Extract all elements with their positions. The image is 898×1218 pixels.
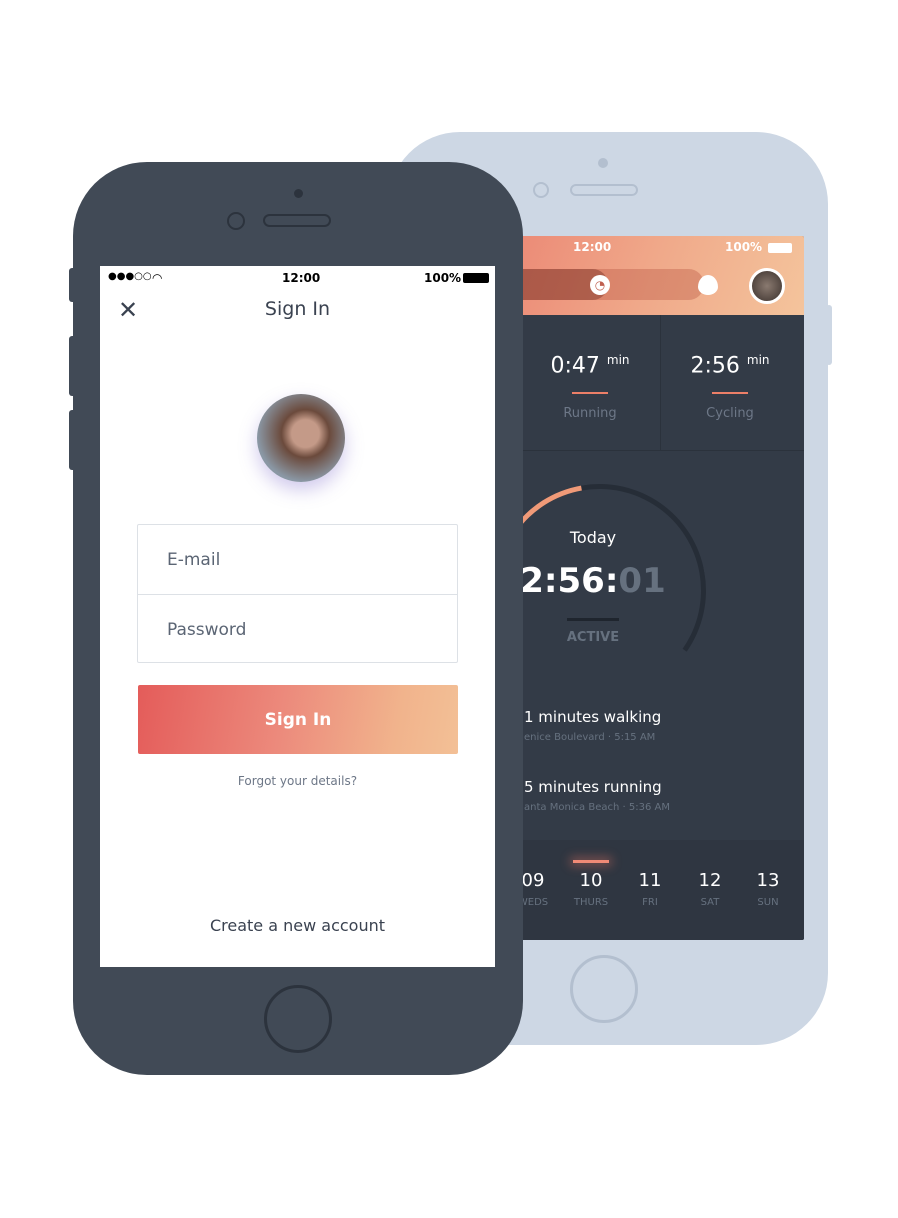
day-sat[interactable]: 12 SAT: [680, 840, 740, 908]
camera: [598, 158, 608, 168]
stat-unit: min: [606, 353, 630, 367]
forgot-details-link[interactable]: Forgot your details?: [100, 774, 495, 788]
flame-icon[interactable]: [698, 275, 718, 295]
status-time: 12:00: [282, 271, 321, 285]
activity-title: 1 minutes walking: [524, 708, 662, 726]
active-underline: [567, 618, 619, 621]
activity-item[interactable]: 5 minutes running anta Monica Beach · 5:…: [524, 778, 804, 813]
stat-value: 0:47: [550, 353, 600, 379]
stat-label: Running: [563, 406, 617, 422]
day-name: SAT: [700, 897, 720, 908]
activity-title: 5 minutes running: [524, 778, 662, 796]
day-name: FRI: [642, 897, 658, 908]
day-thu[interactable]: 10 THURS: [561, 840, 621, 908]
front-camera: [227, 212, 245, 230]
sign-in-button[interactable]: Sign In: [138, 685, 458, 754]
time-main: 2:56:: [520, 561, 619, 601]
activity-subtitle: anta Monica Beach · 5:36 AM: [524, 802, 670, 813]
speaker: [570, 184, 638, 196]
login-form: [137, 524, 458, 664]
stat-underline: [712, 392, 748, 395]
activity-subtitle: enice Boulevard · 5:15 AM: [524, 732, 656, 743]
day-number: 13: [756, 870, 780, 891]
signin-screen: ●●●○○ ◠ 12:00 100% ✕ Sign In Sign In For…: [100, 266, 495, 967]
signal-icon: ●●●○○: [108, 271, 152, 282]
page-title: Sign In: [264, 298, 331, 320]
create-account-link[interactable]: Create a new account: [100, 916, 495, 935]
password-field[interactable]: [138, 595, 457, 664]
email-field[interactable]: [138, 525, 457, 594]
home-button[interactable]: [264, 985, 332, 1053]
status-time: 12:00: [573, 240, 612, 254]
day-name: THURS: [573, 897, 609, 908]
day-name: SUN: [757, 897, 779, 908]
stat-underline: [572, 392, 608, 395]
day-sun[interactable]: 13 SUN: [738, 840, 798, 908]
stat-cycling: 2:56 min Cycling: [660, 315, 800, 450]
day-fri[interactable]: 11 FRI: [620, 840, 680, 908]
wifi-icon: ◠: [152, 271, 163, 285]
user-avatar[interactable]: [749, 268, 785, 304]
stat-value: 2:56: [690, 353, 740, 379]
avatar[interactable]: [257, 394, 345, 482]
stat-unit: min: [746, 353, 770, 367]
active-status: ACTIVE: [566, 630, 620, 645]
day-number: 12: [698, 870, 722, 891]
camera: [294, 189, 303, 198]
activity-item[interactable]: 1 minutes walking enice Boulevard · 5:15…: [524, 708, 804, 743]
time-seconds: 01: [618, 561, 666, 601]
battery-icon: [463, 273, 489, 283]
side-button: [826, 305, 832, 365]
front-camera: [533, 182, 549, 198]
today-label: Today: [569, 528, 617, 547]
status-battery: 100%: [424, 271, 462, 285]
day-number: 11: [638, 870, 662, 891]
clock-icon[interactable]: ◔: [590, 275, 610, 295]
status-battery: 100%: [725, 240, 763, 254]
speaker: [263, 214, 331, 227]
stat-label: Cycling: [706, 406, 754, 422]
stat-running: 0:47 min Running: [520, 315, 660, 450]
battery-icon: [768, 243, 792, 253]
home-button[interactable]: [570, 955, 638, 1023]
day-number: 10: [579, 870, 603, 891]
